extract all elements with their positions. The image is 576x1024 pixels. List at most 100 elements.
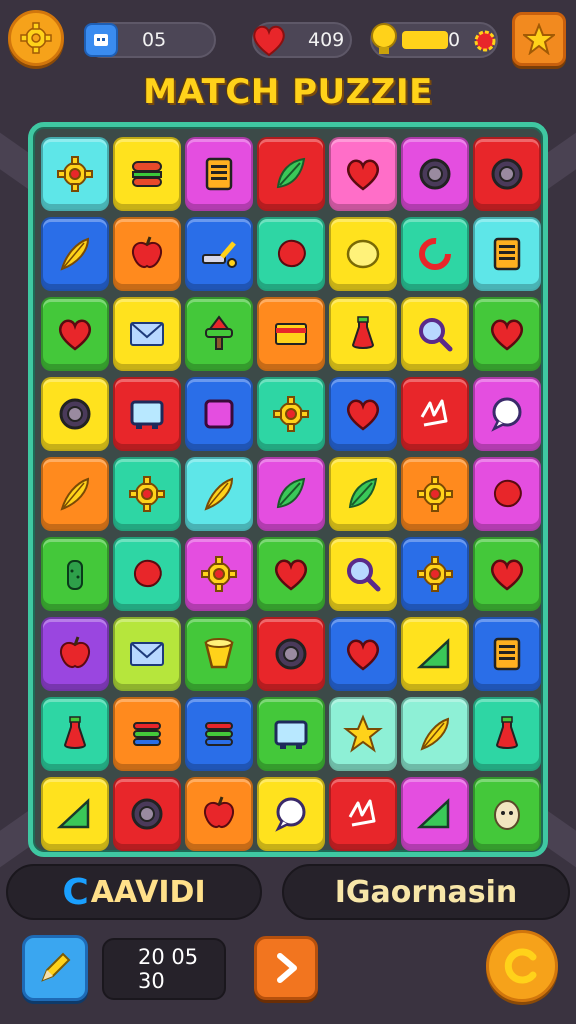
board-tile[interactable] [257,777,325,851]
board-tile[interactable] [257,697,325,771]
ring-icon [419,158,451,190]
feather-icon [60,477,90,511]
board-tile[interactable] [41,457,109,531]
board-tile[interactable] [113,457,181,531]
board-tile[interactable] [329,537,397,611]
board-tile[interactable] [329,457,397,531]
feather-icon [420,717,450,751]
board-tile[interactable] [473,777,541,851]
board-tile[interactable] [113,537,181,611]
tile-grid [41,137,541,851]
board-tile[interactable] [257,617,325,691]
board-tile[interactable] [41,537,109,611]
board-tile[interactable] [401,217,469,291]
next-button[interactable] [254,936,318,1000]
board-tile[interactable] [185,377,253,451]
board-tile[interactable] [401,697,469,771]
tree-icon [205,315,233,350]
board-tile[interactable] [473,137,541,211]
board-tile[interactable] [185,777,253,851]
board-tile[interactable] [257,537,325,611]
board-tile[interactable] [113,697,181,771]
board-tile[interactable] [41,217,109,291]
board-tile[interactable] [473,377,541,451]
envelope-icon [130,642,164,666]
board-tile[interactable] [473,217,541,291]
lemon-icon [346,239,380,269]
board-tile[interactable] [113,297,181,371]
gear-icon [57,156,93,192]
board-tile[interactable] [329,297,397,371]
board-tile[interactable] [113,777,181,851]
leaf-icon [276,157,306,189]
board-tile[interactable] [401,777,469,851]
board-tile[interactable] [41,377,109,451]
board-tile[interactable] [473,617,541,691]
apple-icon [204,796,234,828]
board-tile[interactable] [257,297,325,371]
board-tile[interactable] [329,697,397,771]
board-tile[interactable] [329,377,397,451]
board-tile[interactable] [41,137,109,211]
board-tile[interactable] [257,137,325,211]
board-tile[interactable] [185,297,253,371]
heart-icon [58,319,92,351]
board-tile[interactable] [329,617,397,691]
board-tile[interactable] [473,697,541,771]
settings-button[interactable] [8,10,64,66]
game-title: MATCH PUZZIE [143,72,433,112]
gear-icon [20,22,52,54]
board-tile[interactable] [401,537,469,611]
apple-icon [60,636,90,668]
board-tile[interactable] [185,537,253,611]
board-tile[interactable] [113,217,181,291]
triangle-icon [56,798,90,829]
opponent-name-text: IGaornasin [334,874,518,910]
board-tile[interactable] [257,217,325,291]
board-tile[interactable] [113,137,181,211]
board-tile[interactable] [473,537,541,611]
gems-value: 05 [142,29,167,51]
gear-icon [273,396,309,432]
board-tile[interactable] [257,457,325,531]
bottle-icon [351,316,375,349]
gear-icon [201,556,237,592]
board-tile[interactable] [185,697,253,771]
board-tile[interactable] [185,217,253,291]
board-tile[interactable] [401,617,469,691]
board-tile[interactable] [41,697,109,771]
face-icon [494,800,520,830]
board-tile[interactable] [41,297,109,371]
board-tile[interactable] [257,377,325,451]
favorites-button[interactable] [512,12,566,66]
board-tile[interactable] [329,777,397,851]
board-tile[interactable] [401,297,469,371]
hint-button[interactable] [22,935,88,1001]
board-tile[interactable] [185,457,253,531]
board-tile[interactable] [401,137,469,211]
board-tile[interactable] [473,297,541,371]
triangle-icon [416,638,450,669]
board-tile[interactable] [185,617,253,691]
board-tile[interactable] [329,137,397,211]
board-tile[interactable] [185,137,253,211]
leaf-icon [276,477,306,509]
tv-icon [274,720,308,749]
board-tile[interactable] [113,617,181,691]
coins-progress-bar [402,31,448,49]
scribble-icon [420,399,448,427]
heart-icon [346,399,380,431]
board-tile[interactable] [329,217,397,291]
blob-icon [278,239,306,267]
board-tile[interactable] [473,457,541,531]
board-tile[interactable] [401,377,469,451]
robot-icon [84,23,118,57]
swirl-icon [419,238,451,270]
board-tile[interactable] [401,457,469,531]
restart-button[interactable] [486,930,558,1002]
board-tile[interactable] [41,777,109,851]
board-tile[interactable] [113,377,181,451]
heart-icon [490,559,524,591]
blob-icon [134,559,162,587]
board-tile[interactable] [41,617,109,691]
